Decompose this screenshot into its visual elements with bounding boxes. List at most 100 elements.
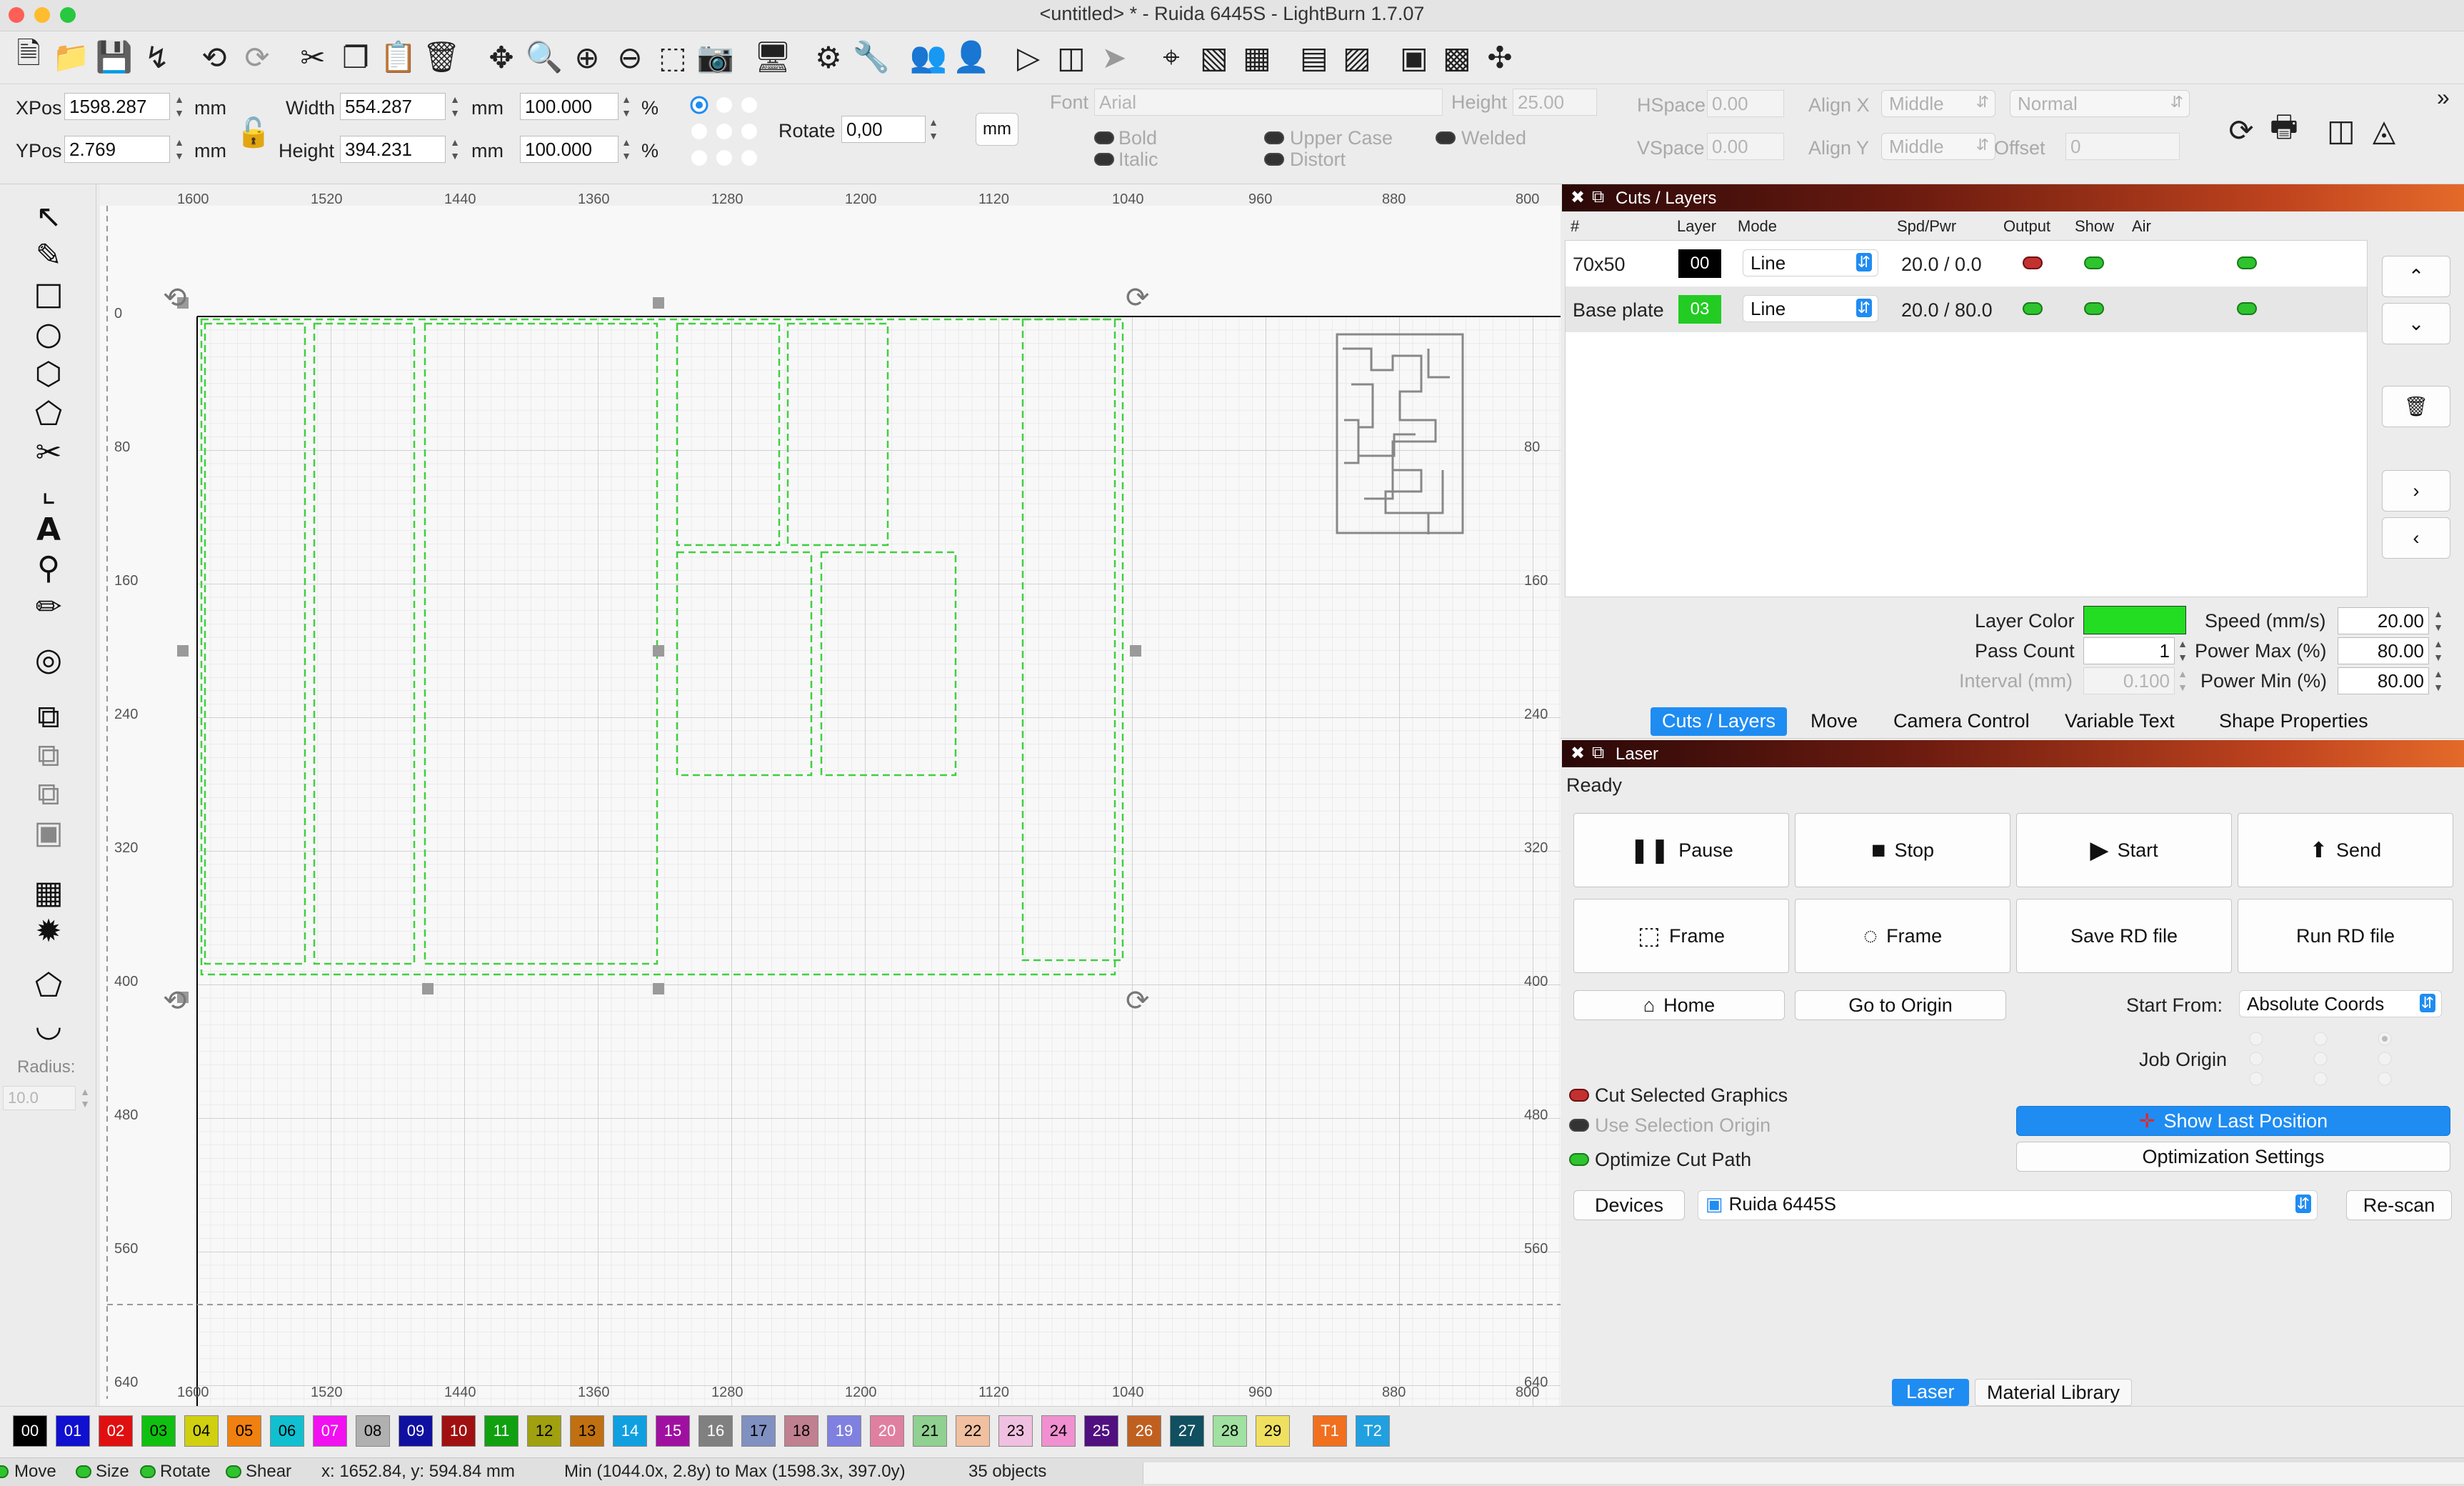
height-input[interactable]: 394.231	[340, 136, 446, 163]
selection-handle[interactable]	[177, 645, 189, 657]
italic-toggle[interactable]	[1094, 153, 1114, 166]
trim-icon[interactable]: ✂	[24, 434, 73, 472]
rescan-button[interactable]: Re-scan	[2346, 1190, 2452, 1220]
palette-swatch-10[interactable]: 10	[441, 1415, 476, 1447]
tab-cuts-layers[interactable]: Cuts / Layers	[1651, 707, 1788, 736]
tab-material-library[interactable]: Material Library	[1975, 1379, 2133, 1406]
zoom-fit-icon[interactable]: 🔍	[524, 37, 564, 77]
stop-button[interactable]: ■ Stop	[1795, 813, 2010, 887]
move-layer-up-button[interactable]: ⌃	[2382, 256, 2450, 297]
marker-icon[interactable]: ⚲	[24, 550, 73, 587]
palette-swatch-23[interactable]: 23	[998, 1415, 1033, 1447]
target-icon[interactable]: ⌖	[1151, 37, 1191, 77]
palette-swatch-14[interactable]: 14	[613, 1415, 647, 1447]
font-select[interactable]: Arial	[1094, 89, 1443, 116]
move-icon[interactable]: ✥	[481, 37, 521, 77]
palette-swatch-29[interactable]: 29	[1256, 1415, 1290, 1447]
chamfer-icon[interactable]: ◡	[24, 1007, 73, 1044]
pen-icon[interactable]: ✎	[24, 237, 73, 274]
size-toggle[interactable]	[76, 1465, 91, 1478]
anchor-point-grid[interactable]	[687, 96, 764, 174]
rotate-input[interactable]: 0,00	[841, 116, 926, 143]
power-min-input[interactable]: 80.00	[2338, 667, 2429, 694]
center-icon[interactable]: ✣	[1480, 37, 1520, 77]
measure-icon[interactable]: ✏	[24, 589, 73, 626]
text-style-select[interactable]: Normal ⇵	[2010, 90, 2190, 117]
ypos-input[interactable]: 2.769	[64, 136, 170, 163]
palette-swatch-t2[interactable]: T2	[1356, 1415, 1390, 1447]
cut-selected-toggle[interactable]	[1569, 1089, 1589, 1102]
rotate-toggle[interactable]	[140, 1465, 156, 1478]
distribute-h-icon[interactable]: ◫	[2321, 110, 2361, 150]
width-input[interactable]: 554.287	[340, 93, 446, 120]
palette-swatch-05[interactable]: 05	[227, 1415, 261, 1447]
boolean-subtract-icon[interactable]: ⧉	[24, 737, 73, 774]
move-toggle[interactable]	[0, 1465, 9, 1478]
palette-swatch-25[interactable]: 25	[1084, 1415, 1118, 1447]
palette-swatch-18[interactable]: 18	[784, 1415, 818, 1447]
run-rd-button[interactable]: Run RD file	[2238, 899, 2453, 973]
design-canvas[interactable]: ⟲ ⟳ ⟲ ⟳ 1600 1520 1440 1360 1280 1200 11…	[100, 184, 1561, 1406]
lock-icon[interactable]: 🔓	[236, 116, 271, 149]
copy-icon[interactable]: ❐	[336, 37, 376, 77]
tab-variable-text[interactable]: Variable Text	[2053, 707, 2186, 736]
overflow-chevron-icon[interactable]: »	[2437, 84, 2450, 111]
distribute-v-icon[interactable]: ◬	[2364, 110, 2404, 150]
palette-swatch-13[interactable]: 13	[570, 1415, 604, 1447]
output-toggle[interactable]	[2023, 256, 2043, 269]
boolean-intersect-icon[interactable]: ⧉	[24, 776, 73, 813]
palette-swatch-26[interactable]: 26	[1127, 1415, 1161, 1447]
delete-layer-button[interactable]: 🗑	[2382, 386, 2450, 427]
air-toggle[interactable]	[2237, 302, 2257, 315]
rotate-view-icon[interactable]: ⟳	[2221, 110, 2261, 150]
rotate-handle-icon[interactable]: ⟳	[1126, 984, 1150, 1017]
radius-stepper[interactable]: ▲ ▼	[79, 1086, 91, 1110]
ellipse-icon[interactable]: ○	[24, 316, 73, 353]
devices-button[interactable]: Devices	[1573, 1190, 1685, 1220]
palette-swatch-01[interactable]: 01	[56, 1415, 90, 1447]
output-toggle[interactable]	[2023, 302, 2043, 315]
position-icon[interactable]: ⌞	[24, 473, 73, 510]
uppercase-toggle[interactable]	[1264, 131, 1284, 144]
bold-toggle[interactable]	[1094, 131, 1114, 144]
palette-swatch-07[interactable]: 07	[313, 1415, 347, 1447]
vspace-input[interactable]: 0.00	[1707, 133, 1784, 160]
save-icon[interactable]: 💾	[94, 37, 134, 77]
offset-input[interactable]: 0	[2065, 133, 2180, 160]
zoom-out-icon[interactable]: ⊖	[610, 37, 650, 77]
tab-move[interactable]: Move	[1799, 707, 1869, 736]
scale-width-input[interactable]: 100.000	[520, 93, 618, 120]
aligny-select[interactable]: Middle ⇵	[1881, 133, 1995, 160]
close-panel-icon[interactable]: ✖	[1571, 743, 1585, 764]
start-button[interactable]: ▶ Start	[2016, 813, 2232, 887]
power-max-input[interactable]: 80.00	[2338, 637, 2429, 664]
palette-swatch-21[interactable]: 21	[913, 1415, 947, 1447]
open-file-icon[interactable]: 📁	[51, 37, 91, 77]
mode-select[interactable]: Line ⇵	[1743, 249, 1878, 276]
power-min-stepper[interactable]: ▲ ▼	[2432, 667, 2445, 694]
circle-frame-button[interactable]: ◌ Frame	[1795, 899, 2010, 973]
rotate-handle-icon[interactable]: ⟳	[1126, 281, 1150, 314]
palette-swatch-11[interactable]: 11	[484, 1415, 519, 1447]
palette-swatch-04[interactable]: 04	[184, 1415, 219, 1447]
frame-button[interactable]: ⬚ Frame	[1573, 899, 1789, 973]
mirror-icon[interactable]: ◫	[1051, 37, 1091, 77]
xpos-input[interactable]: 1598.287	[64, 93, 170, 120]
align-icon[interactable]: ▧	[1194, 37, 1234, 77]
pass-count-input[interactable]: 1	[2083, 637, 2175, 664]
save-rd-button[interactable]: Save RD file	[2016, 899, 2232, 973]
palette-swatch-19[interactable]: 19	[827, 1415, 861, 1447]
monitor-icon[interactable]: 🖥	[753, 37, 793, 77]
tab-shape-properties[interactable]: Shape Properties	[2208, 707, 2380, 736]
scale-width-stepper[interactable]: ▲ ▼	[620, 93, 633, 120]
tab-laser[interactable]: Laser	[1892, 1379, 1969, 1406]
tools-icon[interactable]: 🔧	[851, 37, 891, 77]
palette-swatch-03[interactable]: 03	[141, 1415, 176, 1447]
float-panel-icon[interactable]: ⧉	[1592, 187, 1604, 207]
optimization-settings-button[interactable]: Optimization Settings	[2016, 1142, 2450, 1172]
boolean-union-icon[interactable]: ⧉	[24, 699, 73, 736]
select-frame-icon[interactable]: ⬚	[653, 37, 693, 77]
pause-button[interactable]: ❚❚ Pause	[1573, 813, 1789, 887]
distribute-icon[interactable]: ▦	[1237, 37, 1277, 77]
power-max-stepper[interactable]: ▲ ▼	[2432, 637, 2445, 664]
